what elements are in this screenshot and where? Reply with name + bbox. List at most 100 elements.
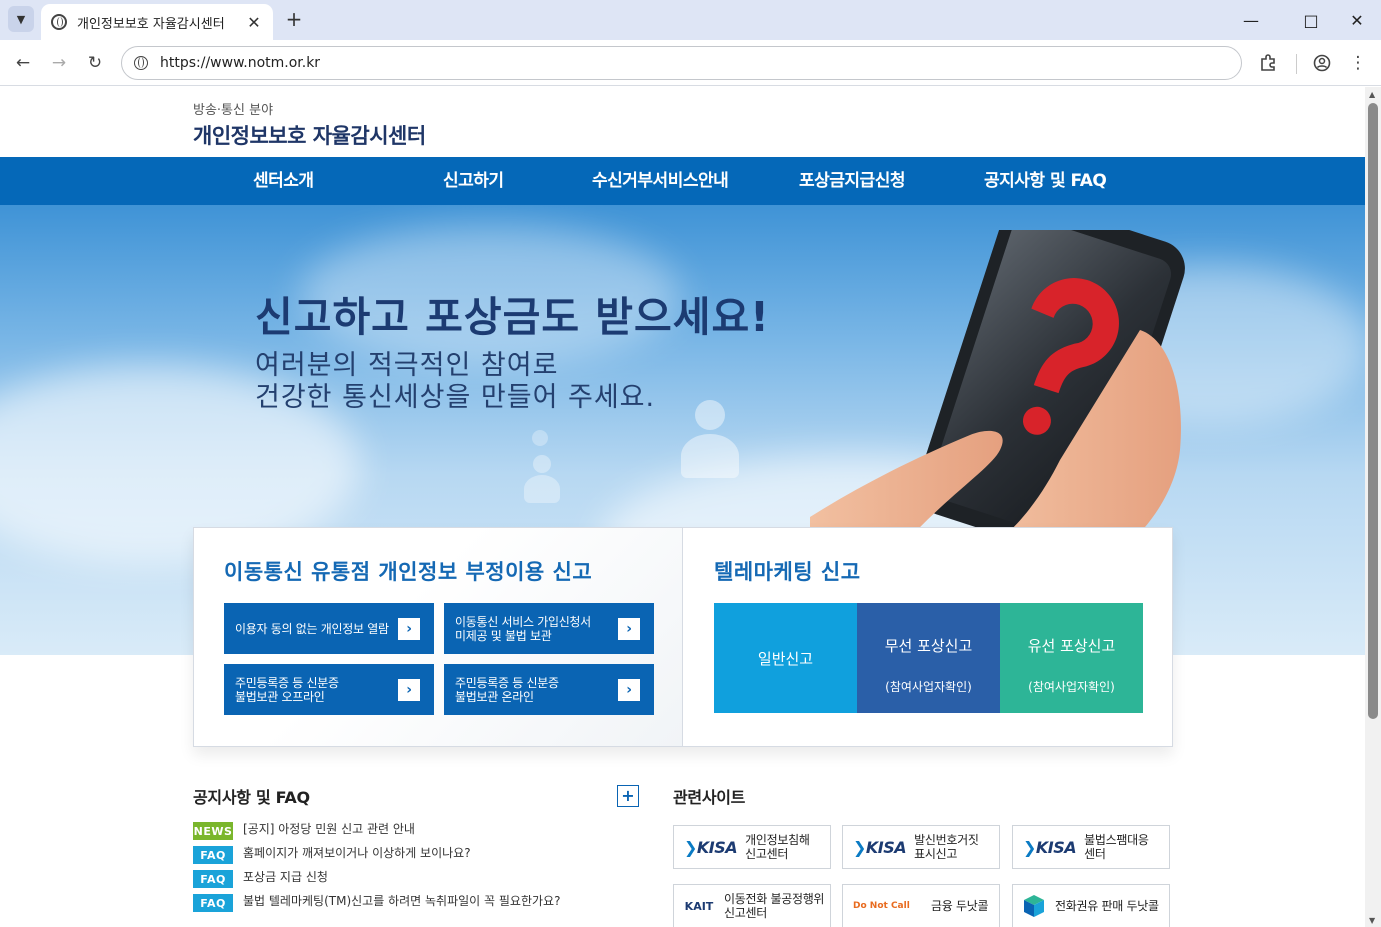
kisa-logo: ❯KISA [853,837,907,857]
tm-wireless-reward-button[interactable]: 무선 포상신고 (참여사업자확인) [857,603,1000,713]
site-name-line-2: 신고센터 [724,906,767,920]
cube-logo-icon [1024,895,1044,917]
maximize-icon[interactable]: □ [1296,8,1326,32]
minimize-icon[interactable]: — [1236,8,1266,32]
button-label: 무선 포상신고 [884,637,973,655]
related-sites-title: 관련사이트 [673,788,746,807]
site-name-line-1: 개인정보침해 [745,833,810,847]
tab-search-icon[interactable]: ▼ [8,6,34,32]
chevron-right-icon: › [398,618,420,640]
report-id-offline-button[interactable]: 주민등록증 등 신분증 불법보관 오프라인 › [224,664,434,715]
browser-tab-bar: ▼ 개인정보보호 자율감시센터 ✕ + — □ ✕ [0,0,1381,40]
report-unauthorized-view-button[interactable]: 이용자 동의 없는 개인정보 열람 › [224,603,434,654]
kisa-logo: ❯KISA [684,837,738,857]
notice-item[interactable]: NEWS [공지] 아정당 민원 신고 관련 안내 [193,822,593,840]
report-application-not-provided-button[interactable]: 이동통신 서비스 가입신청서 미제공 및 불법 보관 › [444,603,654,654]
new-tab-icon[interactable]: + [284,8,304,30]
forward-icon[interactable]: → [47,51,71,75]
tm-report-title: 텔레마케팅 신고 [714,560,861,584]
phone-question-mark-illustration [810,230,1185,560]
report-id-online-button[interactable]: 주민등록증 등 신분증 불법보관 온라인 › [444,664,654,715]
toolbar-separator [1296,54,1297,74]
related-site-finance-do-not-call[interactable]: Do Not Call 금융 두낫콜 [842,884,1000,927]
faq-item[interactable]: FAQ 포상금 지급 신청 [193,870,593,888]
button-label: 유선 포상신고 [1027,637,1116,655]
news-badge: NEWS [193,822,233,840]
button-label: 이용자 동의 없는 개인정보 열람 [235,621,389,636]
nav-item-notice-faq[interactable]: 공지사항 및 FAQ [984,157,1107,205]
notices-more-icon[interactable]: + [617,785,639,807]
related-site-kait[interactable]: KAIT 이동전화 불공정행위 신고센터 [673,884,831,927]
globe-icon [51,14,67,30]
kisa-logo: ❯KISA [1023,837,1077,857]
site-name-line-1: 발신번호거짓 [914,833,979,847]
faq-text[interactable]: 불법 텔레마케팅(TM)신고를 하려면 녹취파일이 꼭 필요한가요? [243,894,563,912]
hero-headline: 신고하고 포상금도 받으세요! [255,293,770,341]
faq-item[interactable]: FAQ 홈페이지가 깨져보이거나 이상하게 보이나요? [193,846,593,864]
related-site-kisa-privacy[interactable]: ❯KISA 개인정보침해 신고센터 [673,825,831,869]
button-label-line-2: 불법보관 온라인 [455,689,534,704]
related-site-telemarketing-do-not-call[interactable]: 전화권유 판매 두낫콜 [1012,884,1170,927]
button-label-line-1: 주민등록증 등 신분증 [235,675,339,690]
faq-text[interactable]: 포상금 지급 신청 [243,870,563,888]
faq-text[interactable]: 홈페이지가 깨져보이거나 이상하게 보이나요? [243,846,563,864]
nav-item-reward-application[interactable]: 포상금지급신청 [799,157,905,205]
faq-badge: FAQ [193,870,233,888]
page-scrollbar[interactable]: ▲ ▼ [1365,87,1381,927]
window-close-icon[interactable]: ✕ [1342,8,1372,32]
scrollbar-thumb[interactable] [1368,103,1378,719]
main-nav: 센터소개 신고하기 수신거부서비스안내 포상금지급신청 공지사항 및 FAQ [0,157,1365,205]
back-icon[interactable]: ← [11,51,35,75]
button-sublabel: (참여사업자확인) [885,680,972,694]
site-name: 금융 두낫콜 [931,899,989,913]
site-name-line-1: 이동전화 불공정행위 [724,892,825,906]
notice-text[interactable]: [공지] 아정당 민원 신고 관련 안내 [243,822,563,840]
browser-tab[interactable]: 개인정보보호 자율감시센터 ✕ [41,4,273,40]
mobile-report-title: 이동통신 유통점 개인정보 부정이용 신고 [224,560,593,584]
site-logo-title[interactable]: 개인정보보호 자율감시센터 [193,120,426,150]
person-silhouette-icon [520,455,564,505]
button-label-line-2: 미제공 및 불법 보관 [455,628,552,643]
reload-icon[interactable]: ↻ [83,51,107,75]
faq-badge: FAQ [193,894,233,912]
chevron-right-icon: › [618,679,640,701]
chevron-right-icon: › [618,618,640,640]
button-label: 일반신고 [757,649,814,668]
scroll-up-icon[interactable]: ▲ [1369,90,1375,99]
tab-title: 개인정보보호 자율감시센터 [77,16,225,32]
related-site-kisa-spam[interactable]: ❯KISA 불법스팸대응 센터 [1012,825,1170,869]
kait-logo: KAIT [684,899,714,913]
faq-badge: FAQ [193,846,233,864]
site-name-line-1: 불법스팸대응 [1084,833,1149,847]
address-bar[interactable]: https://www.notm.or.kr [121,46,1242,80]
site-name: 전화권유 판매 두낫콜 [1055,899,1159,913]
menu-kebab-icon[interactable]: ⋮ [1346,51,1370,75]
report-panel: 이동통신 유통점 개인정보 부정이용 신고 이용자 동의 없는 개인정보 열람 … [193,527,1173,747]
site-info-icon[interactable] [134,56,148,70]
close-tab-icon[interactable]: ✕ [245,13,263,32]
site-name-line-2: 신고센터 [745,847,789,861]
profile-icon[interactable] [1310,51,1334,75]
button-label-line-1: 주민등록증 등 신분증 [455,675,559,690]
faq-item[interactable]: FAQ 불법 텔레마케팅(TM)신고를 하려면 녹취파일이 꼭 필요한가요? [193,894,593,912]
tm-wired-reward-button[interactable]: 유선 포상신고 (참여사업자확인) [1000,603,1143,713]
web-page: 방송·통신 분야 개인정보보호 자율감시센터 센터소개 신고하기 수신거부서비스… [0,87,1365,927]
button-label-line-1: 이동통신 서비스 가입신청서 [455,614,591,629]
person-silhouette-icon [525,430,555,460]
nav-item-center-intro[interactable]: 센터소개 [253,157,314,205]
person-silhouette-icon [675,400,745,480]
button-sublabel: (참여사업자확인) [1028,680,1115,694]
nav-item-report[interactable]: 신고하기 [443,157,504,205]
scroll-down-icon[interactable]: ▼ [1369,916,1375,925]
related-site-kisa-caller-id[interactable]: ❯KISA 발신번호거짓 표시신고 [842,825,1000,869]
chevron-right-icon: › [398,679,420,701]
hero-line-2: 건강한 통신세상을 만들어 주세요. [255,382,656,413]
do-not-call-logo: Do Not Call [853,900,910,911]
url-text: https://www.notm.or.kr [160,55,321,71]
button-label-line-2: 불법보관 오프라인 [235,689,325,704]
tm-general-report-button[interactable]: 일반신고 [714,603,857,713]
notices-title: 공지사항 및 FAQ [193,788,310,807]
nav-item-opt-out-service[interactable]: 수신거부서비스안내 [592,157,729,205]
browser-toolbar: ← → ↻ https://www.notm.or.kr ⋮ [0,40,1381,86]
extensions-icon[interactable] [1256,51,1280,75]
